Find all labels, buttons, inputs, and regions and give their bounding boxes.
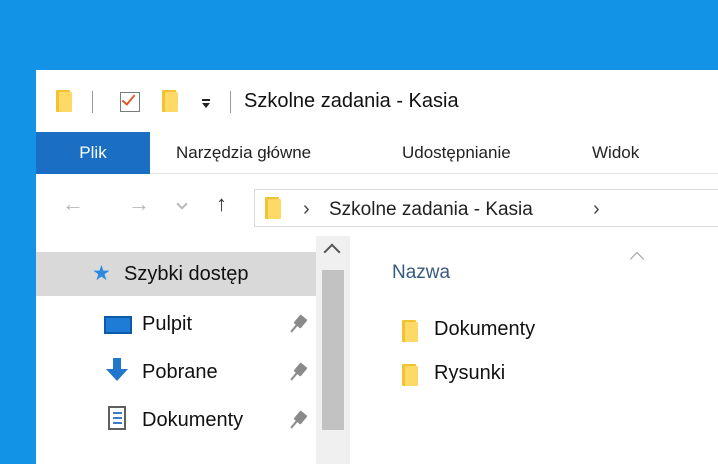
address-bar[interactable]: › Szkolne zadania - Kasia ›: [254, 189, 718, 227]
download-icon: [106, 358, 128, 384]
breadcrumb-chevron-icon[interactable]: ›: [593, 198, 600, 221]
sidebar-item-label: Pulpit: [142, 313, 193, 335]
customize-dropdown-icon[interactable]: [200, 91, 212, 113]
scrollbar-thumb[interactable]: [322, 270, 344, 430]
folder-icon[interactable]: [56, 90, 74, 112]
back-arrow-icon[interactable]: ←: [62, 192, 84, 216]
folder-icon: [402, 364, 420, 386]
sidebar-item-downloads[interactable]: Pobrane: [36, 350, 316, 394]
tab-file[interactable]: Plik: [36, 132, 150, 174]
sidebar-item-documents[interactable]: Dokumenty: [36, 398, 316, 442]
nav-pane-scrollbar[interactable]: [316, 236, 350, 464]
pin-icon[interactable]: [290, 314, 310, 334]
breadcrumb-chevron-icon[interactable]: ›: [303, 198, 310, 221]
pin-icon[interactable]: [290, 362, 310, 382]
breadcrumb[interactable]: Szkolne zadania - Kasia: [329, 199, 533, 221]
tab-home[interactable]: Narzędzia główne: [176, 132, 311, 174]
sidebar-item-desktop[interactable]: Pulpit: [36, 302, 316, 346]
sidebar-item-label: Dokumenty: [142, 409, 244, 431]
navigation-pane: ★ Szybki dostęp Pulpit Pobrane Dokumenty: [36, 236, 350, 464]
sort-ascending-icon: [629, 251, 645, 267]
file-explorer-window: Szkolne zadania - Kasia Plik Narzędzia g…: [36, 70, 718, 464]
title-separator: [230, 91, 231, 113]
tab-share[interactable]: Udostępnianie: [402, 132, 511, 174]
title-separator: [92, 91, 93, 113]
desktop-background: [0, 0, 718, 70]
sidebar-item-quick-access[interactable]: ★ Szybki dostęp: [36, 252, 316, 296]
file-list: Nazwa Dokumenty Rysunki: [350, 236, 718, 464]
star-icon: ★: [92, 262, 111, 285]
title-bar: Szkolne zadania - Kasia: [36, 70, 718, 132]
desktop-icon: [104, 316, 132, 334]
folder-icon: [265, 197, 283, 219]
ribbon-tabs: Plik Narzędzia główne Udostępnianie Wido…: [36, 132, 718, 174]
file-name: Dokumenty: [434, 318, 536, 340]
folder-icon: [402, 320, 420, 342]
documents-icon: [108, 406, 126, 430]
scroll-up-icon[interactable]: [323, 243, 341, 261]
tab-view[interactable]: Widok: [592, 132, 639, 174]
list-item[interactable]: Rysunki: [390, 356, 690, 392]
column-header-name[interactable]: Nazwa: [392, 262, 450, 284]
forward-arrow-icon[interactable]: →: [128, 192, 150, 216]
file-name: Rysunki: [434, 362, 506, 384]
window-title: Szkolne zadania - Kasia: [244, 90, 459, 112]
new-folder-icon[interactable]: [162, 90, 180, 112]
pin-icon[interactable]: [290, 410, 310, 430]
sidebar-item-label: Pobrane: [142, 361, 218, 383]
recent-locations-chevron-icon[interactable]: [176, 198, 188, 210]
navigation-bar: ← → ↑ › Szkolne zadania - Kasia ›: [36, 174, 718, 236]
properties-icon[interactable]: [120, 91, 140, 112]
up-arrow-icon[interactable]: ↑: [216, 192, 227, 216]
sidebar-item-label: Szybki dostęp: [124, 263, 249, 285]
desktop-background-left: [0, 0, 36, 464]
list-item[interactable]: Dokumenty: [390, 312, 690, 348]
